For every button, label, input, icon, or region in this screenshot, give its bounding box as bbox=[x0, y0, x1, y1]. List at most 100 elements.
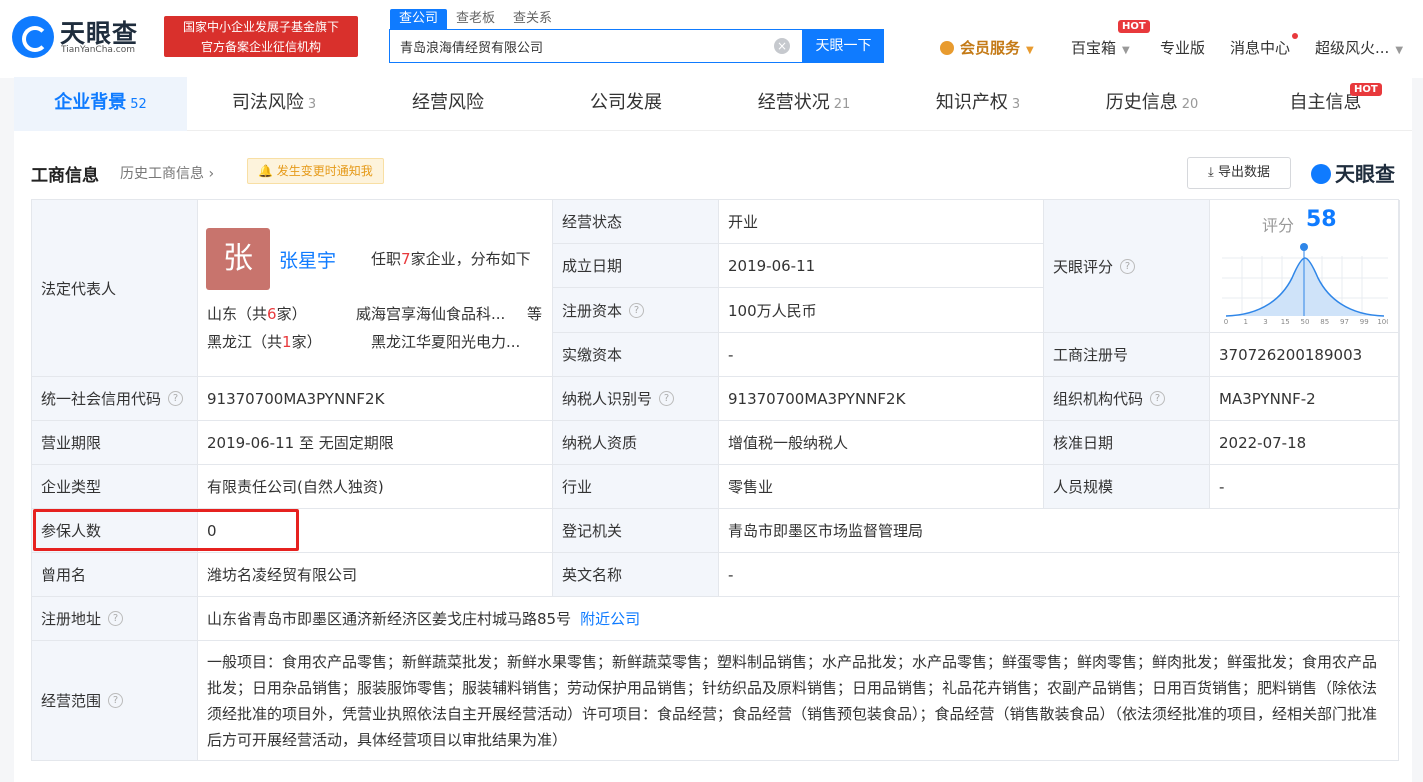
tab-operating-status[interactable]: 经营状况 21 bbox=[717, 77, 891, 131]
section-title: 工商信息 bbox=[31, 166, 99, 186]
capital-label: 注册资本? bbox=[553, 288, 719, 333]
staff-size-label: 人员规模 bbox=[1044, 465, 1210, 509]
english-name-label: 英文名称 bbox=[553, 553, 719, 597]
industry-value: 零售业 bbox=[719, 465, 1044, 509]
company-type-value: 有限责任公司(自然人独资) bbox=[198, 465, 553, 509]
history-business-info-link[interactable]: 历史工商信息 › bbox=[120, 163, 214, 183]
score-title: 评分 bbox=[1262, 216, 1295, 235]
tab-judicial-risk[interactable]: 司法风险 3 bbox=[187, 77, 361, 131]
score-tick-label: 1 bbox=[1244, 318, 1248, 326]
industry-label: 行业 bbox=[553, 465, 719, 509]
chevron-down-icon: ▼ bbox=[1395, 45, 1404, 56]
search-tab-company[interactable]: 查公司 bbox=[390, 9, 448, 29]
message-center-link[interactable]: 消息中心 bbox=[1230, 37, 1290, 58]
reg-address-label: 注册地址? bbox=[32, 597, 198, 641]
score-tick-label: 50 bbox=[1301, 318, 1310, 326]
slogan-line-1: 国家中小企业发展子基金旗下 bbox=[182, 20, 339, 34]
logo-domain: TianYanCha.com bbox=[61, 45, 136, 55]
legal-rep-summary: 任职7家企业，分布如下 bbox=[371, 250, 531, 268]
region-company-link[interactable]: 黑龙江华夏阳光电力... bbox=[371, 331, 520, 352]
region-shandong: 山东（共6家） bbox=[207, 305, 307, 323]
company-type-label: 企业类型 bbox=[32, 465, 198, 509]
former-name-value: 潍坊名凌经贸有限公司 bbox=[198, 553, 553, 597]
capital-value: 100万人民币 bbox=[719, 288, 1044, 333]
hot-badge: HOT bbox=[1350, 83, 1382, 96]
tianyancha-logo[interactable]: 天眼查 TianYanCha.com bbox=[12, 14, 152, 58]
vip-crown-icon bbox=[940, 41, 954, 55]
status-value: 开业 bbox=[719, 200, 1044, 244]
clear-icon[interactable]: × bbox=[774, 38, 790, 54]
tab-label: 企业背景 bbox=[54, 92, 127, 113]
help-icon[interactable]: ? bbox=[629, 302, 645, 318]
eye-logo-icon bbox=[12, 16, 54, 58]
tab-self-info[interactable]: 自主信息 bbox=[1239, 77, 1412, 131]
export-label: 导出数据 bbox=[1217, 165, 1270, 180]
pro-version-link[interactable]: 专业版 bbox=[1160, 37, 1205, 58]
treasure-label: 百宝箱 bbox=[1071, 39, 1117, 57]
help-icon[interactable]: ? bbox=[1120, 258, 1136, 274]
export-data-button[interactable]: ⤓ 导出数据 bbox=[1187, 157, 1291, 189]
hot-badge: HOT bbox=[1118, 20, 1150, 33]
tab-label: 经营状况 bbox=[757, 92, 830, 113]
score-tick-label: 15 bbox=[1281, 318, 1290, 326]
tab-count: 21 bbox=[833, 97, 851, 112]
tab-count: 3 bbox=[1011, 97, 1021, 112]
change-notify-button[interactable]: 🔔 发生变更时通知我 bbox=[247, 158, 384, 184]
legal-rep-name-link[interactable]: 张星宇 bbox=[279, 246, 336, 273]
help-icon[interactable]: ? bbox=[108, 693, 124, 708]
search-input[interactable] bbox=[390, 30, 770, 62]
search-tab-boss[interactable]: 查老板 bbox=[447, 9, 504, 29]
avatar[interactable]: 张 bbox=[206, 228, 270, 290]
score-marker-pin bbox=[1300, 243, 1308, 251]
score-tick-label: 97 bbox=[1340, 318, 1349, 326]
tab-history-info[interactable]: 历史信息 20 bbox=[1065, 77, 1239, 131]
nearby-companies-link[interactable]: 附近公司 bbox=[580, 608, 640, 629]
help-icon[interactable]: ? bbox=[659, 391, 675, 406]
score-tick-label: 100 bbox=[1377, 318, 1388, 326]
authority-value: 青岛市即墨区市场监督管理局 bbox=[719, 509, 1400, 553]
paid-capital-label: 实缴资本 bbox=[553, 333, 719, 377]
slogan-badge: 国家中小企业发展子基金旗下 官方备案企业征信机构 bbox=[164, 16, 358, 57]
tab-company-background[interactable]: 企业背景 52 bbox=[14, 77, 187, 131]
tab-operating-risk[interactable]: 经营风险 bbox=[361, 77, 535, 131]
slogan-line-2: 官方备案企业征信机构 bbox=[200, 40, 321, 54]
tab-label: 经营风险 bbox=[412, 92, 484, 113]
user-menu[interactable]: 超级风火... ▼ bbox=[1315, 37, 1403, 58]
vip-service-menu[interactable]: 会员服务 ▼ bbox=[940, 37, 1034, 58]
business-term-value: 2019-06-11 至 无固定期限 bbox=[198, 421, 553, 465]
bell-icon: 🔔 bbox=[258, 164, 277, 178]
reg-no-label: 工商注册号 bbox=[1044, 333, 1210, 377]
treasure-box-menu[interactable]: 百宝箱 ▼ bbox=[1071, 37, 1130, 58]
help-icon[interactable]: ? bbox=[1150, 391, 1166, 406]
tab-label: 司法风险 bbox=[231, 92, 304, 113]
tax-id-value: 91370700MA3PYNNF2K bbox=[719, 377, 1044, 421]
unread-dot bbox=[1292, 33, 1298, 39]
business-term-label: 营业期限 bbox=[32, 421, 198, 465]
help-icon[interactable]: ? bbox=[108, 611, 124, 626]
paid-capital-value: - bbox=[719, 333, 1044, 377]
notify-label: 发生变更时通知我 bbox=[276, 164, 373, 178]
tab-label: 历史信息 bbox=[1105, 92, 1178, 113]
taxpayer-qual-value: 增值税一般纳税人 bbox=[719, 421, 1044, 465]
status-label: 经营状态 bbox=[553, 200, 719, 244]
taxpayer-qual-label: 纳税人资质 bbox=[553, 421, 719, 465]
tab-count: 52 bbox=[130, 97, 147, 112]
score-tick-label: 85 bbox=[1320, 318, 1329, 326]
reg-address-value: 山东省青岛市即墨区通济新经济区姜戈庄村城马路85号 bbox=[207, 610, 572, 628]
brand-text: 天眼查 bbox=[1335, 162, 1395, 186]
tab-company-development[interactable]: 公司发展 bbox=[535, 77, 717, 131]
search-tab-relation[interactable]: 查关系 bbox=[504, 9, 561, 29]
found-date-label: 成立日期 bbox=[553, 244, 719, 288]
authority-label: 登记机关 bbox=[553, 509, 719, 553]
search-box: × bbox=[389, 29, 803, 63]
help-icon[interactable]: ? bbox=[168, 391, 184, 406]
tab-intellectual-property[interactable]: 知识产权 3 bbox=[891, 77, 1065, 131]
link-label: 历史工商信息 bbox=[120, 166, 204, 182]
chevron-down-icon: ▼ bbox=[1026, 45, 1034, 56]
search-button[interactable]: 天眼一下 bbox=[803, 29, 884, 63]
tab-label: 公司发展 bbox=[590, 92, 662, 113]
region-company-link[interactable]: 威海宫享海仙食品科... bbox=[356, 303, 505, 324]
highlight-box bbox=[33, 509, 299, 551]
tax-id-label: 纳税人识别号? bbox=[553, 377, 719, 421]
business-scope-value: 一般项目：食用农产品零售；新鲜蔬菜批发；新鲜水果零售；新鲜蔬菜零售；塑料制品销售… bbox=[207, 652, 1378, 749]
